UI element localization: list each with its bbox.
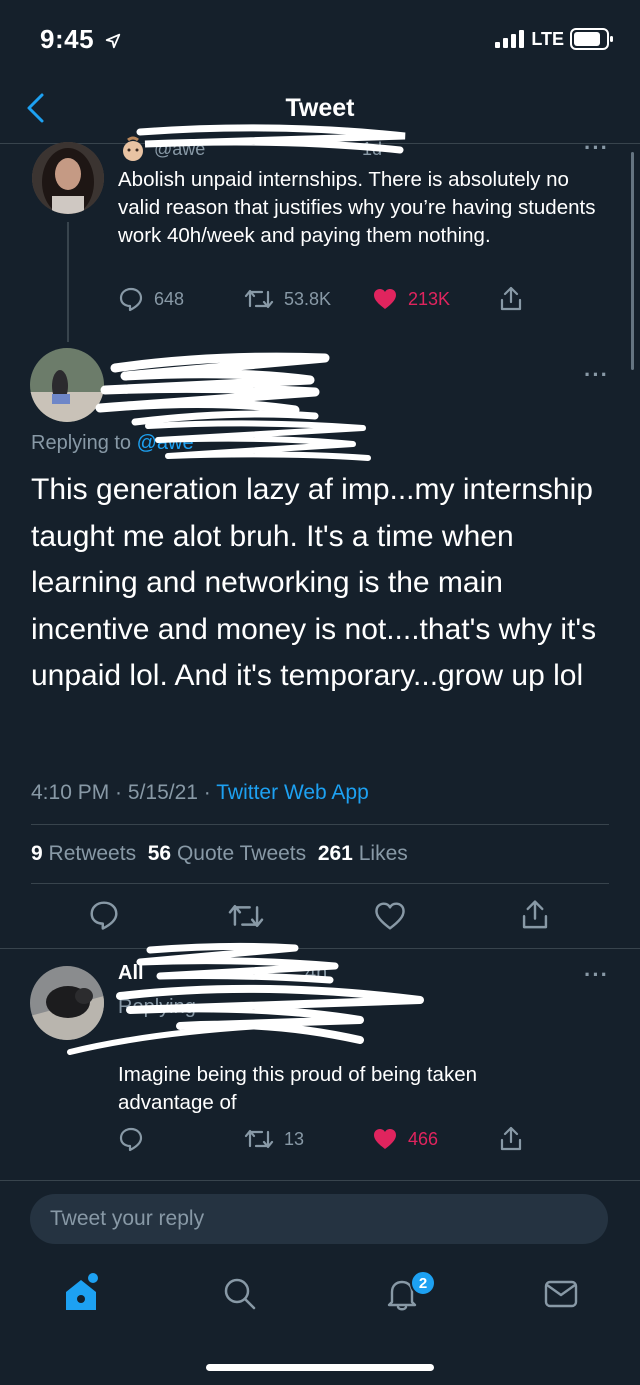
replying-to: Replying [118,996,196,1018]
divider [0,948,640,949]
status-indicators: LTE [495,28,614,50]
like-button[interactable]: 213K [372,286,450,312]
reply-input[interactable]: Tweet your reply [30,1194,608,1244]
likes-stat[interactable]: 261 Likes [318,842,408,865]
like-button[interactable] [374,900,406,932]
reply-icon [118,286,144,312]
nav-divider [0,143,640,144]
avatar[interactable] [30,348,104,422]
divider [31,824,609,825]
replying-to-handle[interactable]: @awe [137,432,194,454]
tab-home[interactable] [62,1272,102,1314]
heart-filled-icon [372,1126,398,1152]
reply-button[interactable] [88,899,120,931]
home-indicator[interactable] [206,1364,434,1371]
retweet-button[interactable]: 13 [244,1126,304,1152]
retweet-icon [244,286,274,312]
signal-icon [495,30,525,48]
avatar[interactable] [30,966,104,1040]
battery-icon [570,28,614,50]
share-icon [519,898,551,932]
share-button[interactable] [498,1125,524,1153]
emoji-badge [118,136,148,164]
home-icon [62,1272,102,1314]
divider [31,883,609,884]
replying-to: Replying to @awe [31,432,194,454]
retweets-stat[interactable]: 9 Retweets [31,842,136,865]
share-button[interactable] [519,898,551,932]
reply-icon [118,1126,144,1152]
share-icon [498,285,524,313]
search-icon [222,1276,258,1312]
tweet-time: 1d [362,139,383,159]
redaction-scribble [67,942,424,1055]
location-arrow-icon [104,32,122,50]
tweet-timestamp: 4:10 PM · 5/15/21 · Twitter Web App [31,781,369,804]
mail-icon [543,1278,579,1310]
tweet-text: This generation lazy af imp...my interns… [31,473,597,692]
reply-author-name[interactable]: All [118,962,144,985]
like-button[interactable]: 466 [372,1126,438,1152]
compose-divider [0,1180,640,1181]
tab-messages[interactable] [543,1278,579,1310]
page-title: Tweet [285,94,355,122]
more-options-button[interactable]: ··· [584,362,609,388]
tweet-source[interactable]: Twitter Web App [216,781,369,804]
reply-icon [88,899,120,931]
retweet-icon [227,900,265,932]
like-count: 466 [408,1128,439,1149]
tweet-handle[interactable]: @awe [154,139,205,160]
thread-line [67,222,69,342]
retweet-button[interactable] [227,900,265,932]
status-time: 9:45 [40,24,122,55]
share-icon [498,1125,524,1153]
heart-outline-icon [374,900,406,932]
reply-text: Imagine being this proud of being taken … [118,1063,478,1114]
reply-time: 4h [305,962,328,984]
more-options-button[interactable]: ··· [584,135,609,161]
reply-count: 648 [154,288,185,309]
reply-placeholder: Tweet your reply [50,1207,205,1230]
heart-filled-icon [372,286,398,312]
retweet-count: 53.8K [284,288,332,309]
retweet-icon [244,1126,274,1152]
scroll-indicator[interactable] [631,152,634,370]
notification-badge: 2 [410,1270,436,1296]
share-button[interactable] [498,285,524,313]
reply-button[interactable]: 648 [118,286,184,312]
more-options-button[interactable]: ··· [584,962,609,988]
tab-search[interactable] [222,1276,258,1312]
quotes-stat[interactable]: 56 Quote Tweets [148,842,306,865]
tweet-stats: 9 Retweets 56 Quote Tweets 261 Likes [31,842,408,866]
like-count: 213K [408,288,451,309]
redaction-scribble [95,352,330,426]
tweet-text: Abolish unpaid internships. There is abs… [118,168,596,247]
network-label: LTE [531,28,564,49]
retweet-button[interactable]: 53.8K [244,286,331,312]
avatar[interactable] [32,142,104,214]
reply-button[interactable] [118,1126,144,1152]
retweet-count: 13 [284,1128,305,1149]
